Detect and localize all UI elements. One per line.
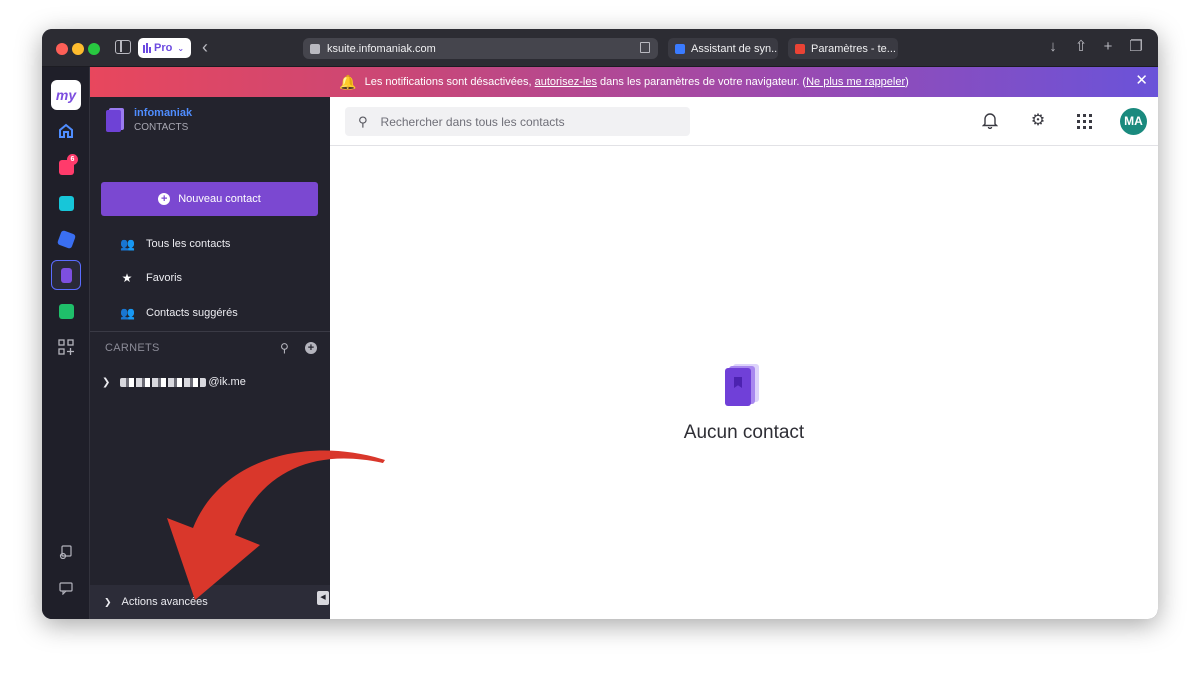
tab-label: Assistant de syn...	[691, 42, 778, 55]
empty-state-text: Aucun contact	[683, 422, 805, 443]
drive-shape	[58, 195, 74, 211]
banner-message: Les notifications sont désactivées, auto…	[365, 76, 909, 88]
gear-icon[interactable]: ⚙	[1028, 111, 1048, 131]
main-content: ⚲ Rechercher dans tous les contacts ⚙ MA…	[330, 97, 1158, 619]
brand-sub: CONTACTS	[134, 122, 189, 133]
calendar-shape	[58, 303, 74, 319]
reader-mode-icon[interactable]	[640, 42, 650, 53]
new-contact-button[interactable]: + Nouveau contact	[101, 182, 318, 216]
my-label: my	[55, 87, 77, 103]
notifications-bell-icon[interactable]	[980, 111, 1000, 131]
new-contact-label: Nouveau contact	[178, 193, 261, 205]
nav-suggested-contacts[interactable]: 👥 Contacts suggérés	[120, 303, 238, 323]
browser-tab[interactable]: Paramètres - te...	[788, 38, 898, 59]
star-icon: ★	[121, 271, 133, 285]
address-book-label: @ik.me	[120, 376, 246, 388]
bell-icon: 🔔	[339, 73, 357, 90]
chevron-down-icon: ⌄	[177, 43, 185, 53]
minimize-window-button[interactable]	[72, 43, 84, 55]
tab-overview-icon[interactable]: ❐	[1127, 38, 1145, 56]
plus-icon: +	[158, 193, 171, 205]
site-favicon-icon	[310, 43, 320, 54]
advanced-actions[interactable]: ❯ Actions avancées	[90, 585, 330, 619]
divider	[90, 331, 330, 332]
profile-switcher[interactable]: Pro ⌄	[138, 38, 191, 58]
share-icon[interactable]: ⇧	[1072, 38, 1090, 56]
app-grid-icon[interactable]	[1077, 114, 1092, 129]
apps-icon[interactable]	[51, 332, 81, 362]
brand-name: infomaniak	[134, 107, 193, 119]
tab-label: Paramètres - te...	[811, 42, 896, 55]
add-address-book-icon[interactable]: +	[305, 342, 317, 354]
search-icon[interactable]: ⚲	[280, 341, 289, 355]
chat-icon[interactable]	[51, 573, 81, 603]
search-placeholder: Rechercher dans tous les contacts	[380, 114, 565, 129]
sidebar-toggle-icon[interactable]	[115, 40, 131, 54]
browser-tab[interactable]: Assistant de syn...	[668, 38, 778, 59]
nav-label: Contacts suggérés	[146, 307, 238, 319]
home-icon[interactable]	[51, 116, 81, 146]
nav-label: Favoris	[146, 272, 183, 284]
suggested-users-icon: 👥	[120, 306, 135, 320]
address-bar[interactable]: ksuite.infomaniak.com	[303, 38, 658, 59]
address-book-item[interactable]: ❯ @ik.me	[102, 376, 246, 388]
chevron-right-icon: ❯	[102, 376, 111, 388]
close-icon[interactable]: ✕	[1135, 73, 1148, 89]
tab-favicon-icon	[675, 43, 685, 54]
chevron-right-icon: ❯	[104, 596, 112, 607]
address-book-suffix: @ik.me	[208, 376, 246, 388]
contacts-icon[interactable]	[51, 260, 81, 290]
calendar-icon[interactable]	[51, 296, 81, 326]
search-input[interactable]: ⚲ Rechercher dans tous les contacts	[345, 107, 690, 136]
contacts-shape	[60, 267, 72, 283]
drive-icon[interactable]	[51, 188, 81, 218]
profile-bars-icon	[143, 43, 151, 53]
gmail-favicon-icon	[795, 43, 805, 54]
kchat-shape	[56, 229, 76, 249]
dont-remind-link[interactable]: Ne plus me rappeler	[806, 76, 905, 88]
download-icon[interactable]: ↓	[1044, 38, 1062, 56]
close-window-button[interactable]	[56, 43, 68, 55]
browser-titlebar: Pro ⌄ ‹ ksuite.infomaniak.com Assistant …	[42, 29, 1158, 67]
mail-badge: 6	[67, 154, 78, 165]
empty-contacts-icon	[725, 364, 761, 406]
banner-text: Les notifications sont désactivées,	[364, 76, 532, 88]
banner-text: dans les paramètres de votre navigateur.…	[600, 76, 807, 88]
redacted-text	[120, 377, 207, 387]
allow-notifications-link[interactable]: autorisez-les	[535, 76, 597, 88]
browser-window: Pro ⌄ ‹ ksuite.infomaniak.com Assistant …	[42, 29, 1158, 619]
nav-all-contacts[interactable]: 👥 Tous les contacts	[120, 234, 230, 254]
collapse-sidebar-button[interactable]: ◀	[317, 591, 329, 605]
profile-label: Pro	[154, 42, 173, 54]
url-text: ksuite.infomaniak.com	[327, 42, 436, 55]
nav-label: Tous les contacts	[146, 238, 231, 250]
brand[interactable]: infomaniak CONTACTS	[106, 107, 192, 133]
contacts-sidebar: infomaniak CONTACTS + Nouveau contact 👥 …	[90, 97, 330, 619]
my-app-icon[interactable]: my	[51, 80, 81, 110]
search-icon: ⚲	[358, 113, 368, 129]
new-tab-icon[interactable]: +	[1099, 38, 1117, 56]
app-rail: my 6 ☎	[42, 67, 90, 619]
avatar[interactable]: MA	[1120, 108, 1147, 135]
kchat-icon[interactable]	[51, 224, 81, 254]
users-icon: 👥	[120, 237, 135, 251]
maximize-window-button[interactable]	[88, 43, 100, 55]
help-icon[interactable]	[51, 537, 81, 567]
mail-icon[interactable]: 6	[51, 152, 81, 182]
advanced-actions-label: Actions avancées	[121, 596, 208, 608]
banner-text: )	[905, 76, 909, 88]
contacts-logo-icon	[106, 108, 124, 132]
carnets-heading: CARNETS	[105, 342, 160, 354]
top-bar: ⚲ Rechercher dans tous les contacts ⚙ MA	[330, 97, 1158, 146]
back-arrow-icon[interactable]: ‹	[202, 38, 208, 56]
nav-favorites[interactable]: ★ Favoris	[120, 268, 182, 288]
notification-banner: 🔔 Les notifications sont désactivées, au…	[90, 67, 1158, 97]
